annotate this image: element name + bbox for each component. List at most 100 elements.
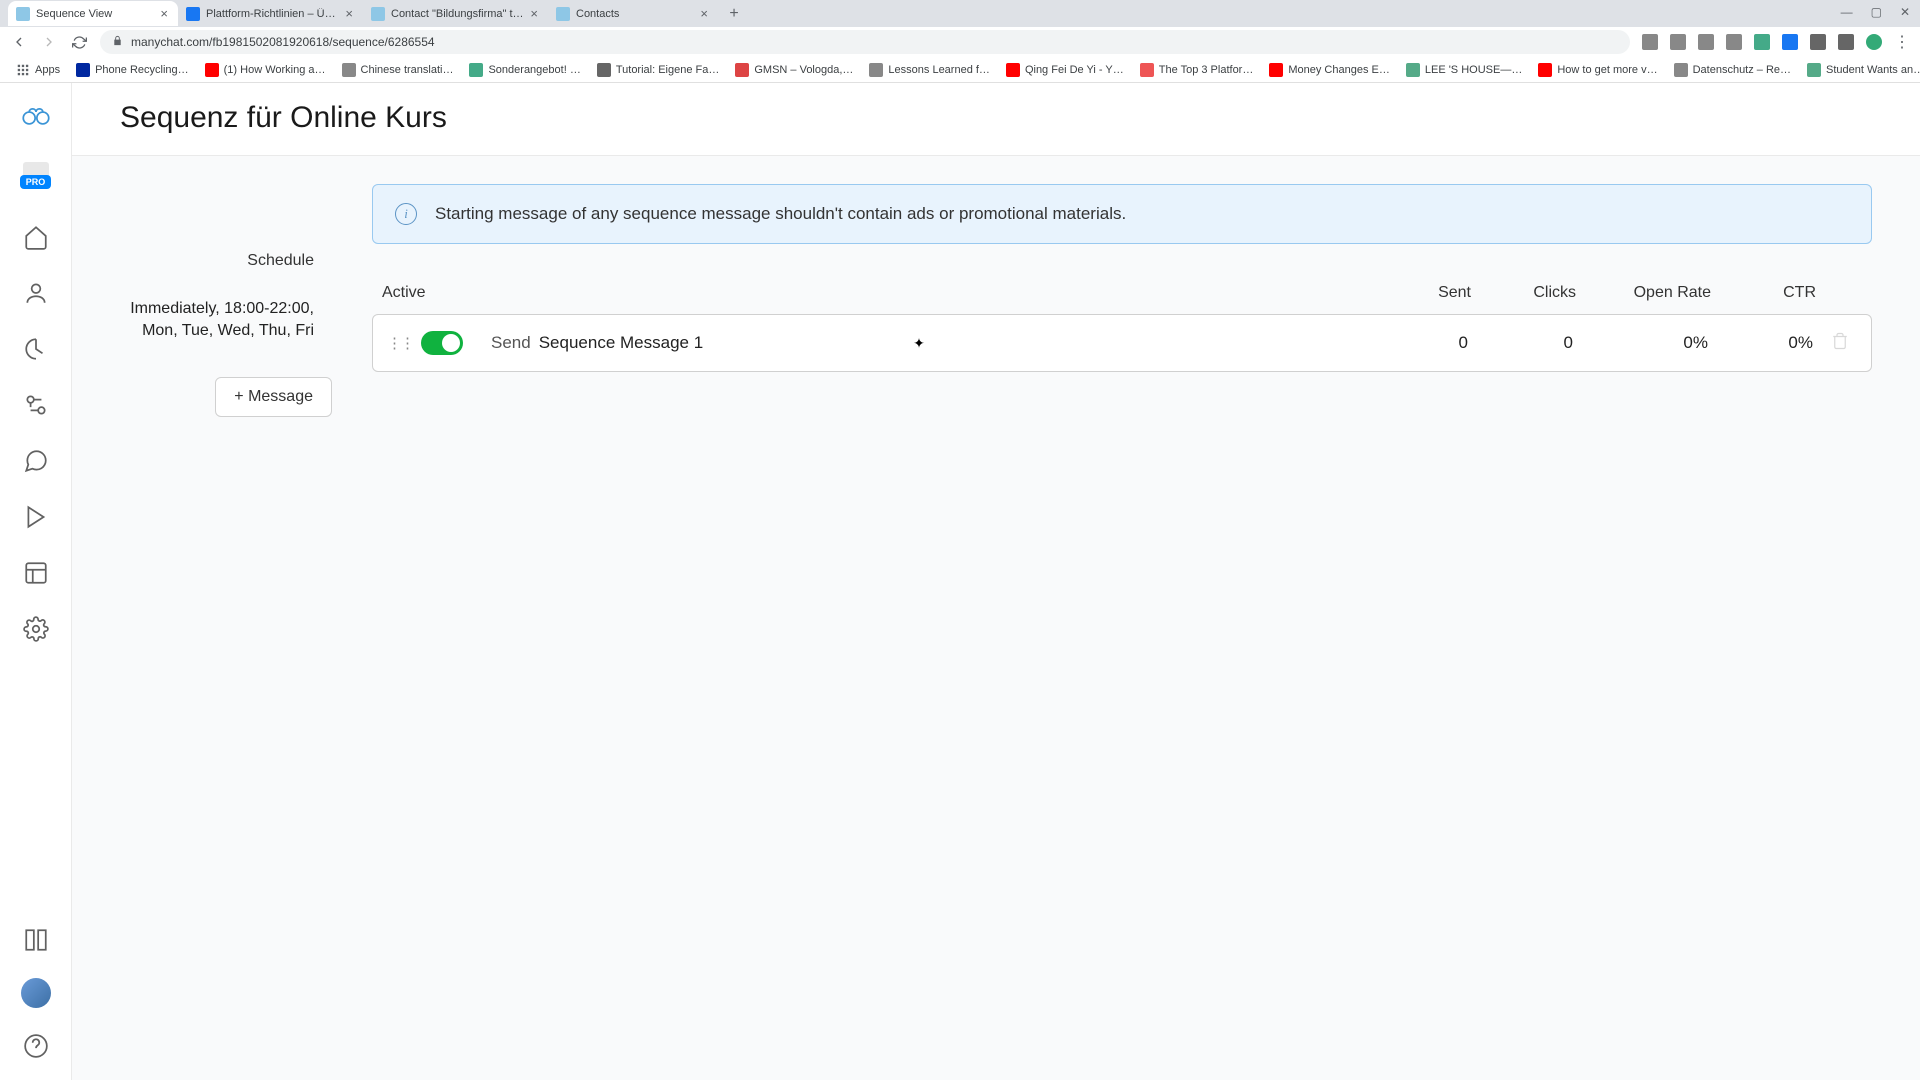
bookmark-favicon	[469, 63, 483, 77]
schedule-line: Mon, Tue, Wed, Thu, Fri	[142, 322, 314, 339]
schedule-header: Schedule	[72, 252, 332, 270]
bookmark-label: Datenschutz – Re…	[1693, 64, 1791, 76]
bookmark-item[interactable]: How to get more v…	[1532, 61, 1663, 79]
toggle-knob	[442, 334, 460, 352]
close-icon[interactable]: ×	[700, 6, 708, 21]
bookmark-label: Sonderangebot! …	[488, 64, 580, 76]
message-row[interactable]: ⋮⋮ Send Sequence Message 1 ✦ 0 0 0% 0%	[372, 314, 1872, 372]
help-icon[interactable]	[22, 1032, 50, 1060]
bookmark-label: (1) How Working a…	[224, 64, 326, 76]
bookmark-label: Student Wants an…	[1826, 64, 1920, 76]
stat-sent: 0	[1363, 333, 1468, 353]
browser-tab[interactable]: Contacts ×	[548, 1, 718, 26]
trash-icon[interactable]	[1831, 332, 1849, 355]
browser-chrome: Sequence View × Plattform-Richtlinien – …	[0, 0, 1920, 83]
avatar[interactable]	[1866, 34, 1882, 50]
back-button[interactable]	[10, 33, 28, 51]
stat-open-rate: 0%	[1573, 333, 1708, 353]
bookmark-favicon	[869, 63, 883, 77]
tab-title: Contacts	[576, 8, 694, 20]
extension-icon[interactable]	[1782, 34, 1798, 50]
column-open-rate: Open Rate	[1576, 284, 1711, 302]
browser-tab[interactable]: Contact "Bildungsfirma" throu… ×	[363, 1, 548, 26]
bookmark-favicon	[76, 63, 90, 77]
bookmark-item[interactable]: Chinese translati…	[336, 61, 460, 79]
forward-button[interactable]	[40, 33, 58, 51]
bookmark-item[interactable]: Datenschutz – Re…	[1668, 61, 1797, 79]
bookmark-item[interactable]: Sonderangebot! …	[463, 61, 586, 79]
extension-icon[interactable]	[1838, 34, 1854, 50]
bookmark-item[interactable]: GMSN – Vologda,…	[729, 61, 859, 79]
bookmark-label: How to get more v…	[1557, 64, 1657, 76]
table-column: i Starting message of any sequence messa…	[348, 156, 1920, 1080]
address-bar: manychat.com/fb198150208192061​8/sequenc…	[0, 27, 1920, 57]
bookmark-item[interactable]: Tutorial: Eigene Fa…	[591, 61, 726, 79]
close-icon[interactable]: ×	[160, 6, 168, 21]
info-icon: i	[395, 203, 417, 225]
bookmark-item[interactable]: LEE 'S HOUSE—…	[1400, 61, 1528, 79]
bookmark-item[interactable]: Apps	[10, 61, 66, 79]
extension-icon[interactable]	[1698, 34, 1714, 50]
close-icon[interactable]: ×	[530, 6, 538, 21]
avatar[interactable]	[21, 978, 51, 1008]
bookmark-favicon	[1006, 63, 1020, 77]
extension-icon[interactable]	[1642, 34, 1658, 50]
send-label: Send	[491, 333, 531, 353]
audience-icon[interactable]	[22, 279, 50, 307]
broadcast-icon[interactable]	[22, 503, 50, 531]
bookmark-label: Phone Recycling…	[95, 64, 189, 76]
favicon	[556, 7, 570, 21]
active-toggle[interactable]	[421, 331, 463, 355]
main-content: Sequenz für Online Kurs Schedule Immedia…	[72, 83, 1920, 1080]
menu-icon[interactable]: ⋮	[1894, 32, 1910, 52]
bookmark-favicon	[1269, 63, 1283, 77]
bookmark-favicon	[597, 63, 611, 77]
pro-badge: PRO	[20, 175, 52, 189]
bookmark-item[interactable]: Money Changes E…	[1263, 61, 1396, 79]
bottom-nav	[21, 926, 51, 1080]
bookmark-item[interactable]: (1) How Working a…	[199, 61, 332, 79]
schedule-text[interactable]: Immediately, 18:00-22:00, Mon, Tue, Wed,…	[72, 298, 332, 341]
extension-icons: ⋮	[1642, 32, 1910, 52]
workspace-selector[interactable]: PRO	[16, 153, 56, 187]
extension-icon[interactable]	[1726, 34, 1742, 50]
browser-tab[interactable]: Plattform-Richtlinien – Übersi… ×	[178, 1, 363, 26]
bookmark-item[interactable]: Phone Recycling…	[70, 61, 195, 79]
extension-icon[interactable]	[1754, 34, 1770, 50]
nav-items	[22, 223, 50, 643]
drag-handle-icon[interactable]: ⋮⋮	[387, 334, 413, 352]
extension-icon[interactable]	[1670, 34, 1686, 50]
library-icon[interactable]	[22, 926, 50, 954]
new-tab-button[interactable]: +	[722, 2, 746, 26]
browser-tab[interactable]: Sequence View ×	[8, 1, 178, 26]
tab-title: Sequence View	[36, 8, 154, 20]
growth-icon[interactable]	[22, 335, 50, 363]
add-message-button[interactable]: + Message	[215, 377, 332, 417]
bookmark-item[interactable]: The Top 3 Platfor…	[1134, 61, 1260, 79]
reload-button[interactable]	[70, 33, 88, 51]
bookmark-favicon	[735, 63, 749, 77]
stat-ctr: 0%	[1708, 333, 1813, 353]
app-root: PRO Sequenz für Online Kurs Schedule	[0, 83, 1920, 1080]
bookmark-favicon	[1406, 63, 1420, 77]
close-icon[interactable]: ✕	[1900, 5, 1910, 19]
templates-icon[interactable]	[22, 559, 50, 587]
bookmark-bar: Apps Phone Recycling… (1) How Working a… Ch…	[0, 57, 1920, 83]
bookmark-label: Lessons Learned f…	[888, 64, 990, 76]
bookmark-item[interactable]: Lessons Learned f…	[863, 61, 996, 79]
chat-icon[interactable]	[22, 447, 50, 475]
url-input[interactable]: manychat.com/fb198150208192061​8/sequenc…	[100, 30, 1630, 54]
automation-icon[interactable]	[22, 391, 50, 419]
extension-icon[interactable]	[1810, 34, 1826, 50]
brand-logo[interactable]	[19, 101, 53, 135]
settings-icon[interactable]	[22, 615, 50, 643]
column-ctr: CTR	[1711, 284, 1816, 302]
home-icon[interactable]	[22, 223, 50, 251]
minimize-icon[interactable]: —	[1841, 5, 1853, 19]
bookmark-item[interactable]: Qing Fei De Yi - Y…	[1000, 61, 1130, 79]
maximize-icon[interactable]: ▢	[1871, 5, 1882, 19]
bookmark-favicon	[1140, 63, 1154, 77]
bookmark-item[interactable]: Student Wants an…	[1801, 61, 1920, 79]
close-icon[interactable]: ×	[345, 6, 353, 21]
tab-bar: Sequence View × Plattform-Richtlinien – …	[0, 0, 1920, 27]
